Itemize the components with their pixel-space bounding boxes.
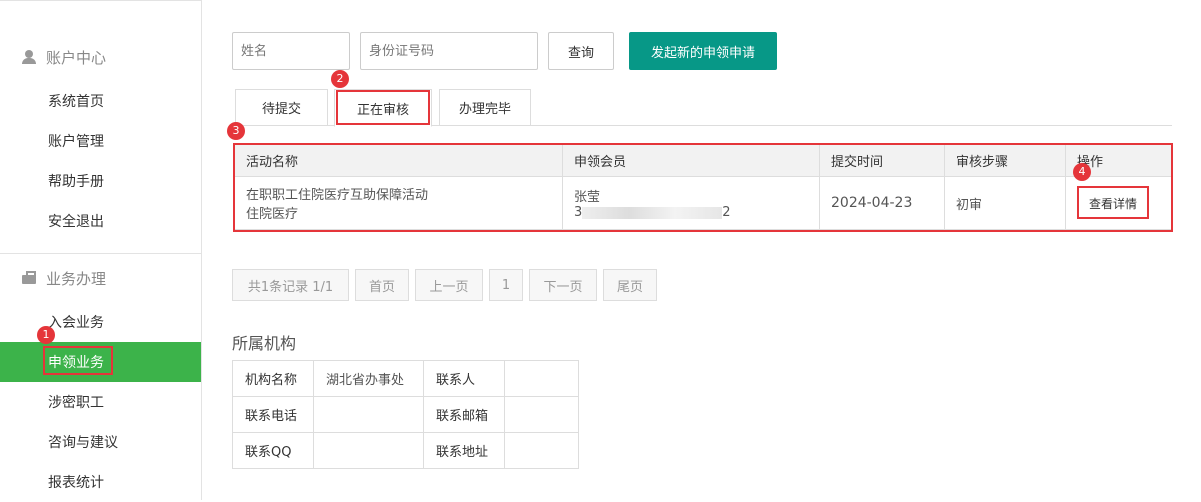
- org-value: [504, 360, 579, 397]
- member-id-prefix: 3: [574, 205, 583, 220]
- org-row: 联系QQ 联系地址: [232, 432, 579, 469]
- sidebar-item-classified-staff[interactable]: 涉密职工: [0, 382, 201, 422]
- tab-completed[interactable]: 办理完毕: [439, 89, 531, 126]
- section-account-center: 账户中心: [0, 37, 202, 77]
- header-step: 审核步骤: [944, 144, 1066, 177]
- member-id-suffix: 2: [722, 205, 731, 220]
- org-label: 联系地址: [423, 432, 505, 469]
- header-activity: 活动名称: [234, 144, 563, 177]
- org-label: 联系电话: [232, 396, 314, 433]
- org-row: 联系电话 联系邮箱: [232, 396, 579, 433]
- cell-step: 初审: [944, 176, 1066, 230]
- activity-name: 在职职工住院医疗互助保障活动: [246, 188, 429, 203]
- section-label: 账户中心: [46, 48, 107, 67]
- new-apply-button[interactable]: 发起新的申领申请: [629, 32, 777, 70]
- pagination-first[interactable]: 首页: [355, 269, 409, 301]
- sidebar-item-home[interactable]: 系统首页: [0, 81, 201, 121]
- sidebar-item-membership[interactable]: 入会业务: [0, 302, 201, 342]
- cell-member: 张莹 32: [562, 176, 820, 230]
- org-value: [504, 396, 579, 433]
- cell-submit-time: 2024-04-23: [819, 176, 945, 230]
- activity-type: 住院医疗: [246, 207, 299, 222]
- briefcase-icon: [22, 271, 36, 285]
- section-business: 业务办理: [0, 258, 202, 298]
- idcard-input[interactable]: [360, 32, 538, 70]
- sidebar-item-logout[interactable]: 安全退出: [0, 201, 201, 241]
- table-header-row: 活动名称 申领会员 提交时间 审核步骤 操作: [234, 144, 1172, 177]
- annotation-badge-2: 2: [331, 70, 349, 88]
- sidebar-item-consult[interactable]: 咨询与建议: [0, 422, 201, 462]
- org-label: 联系QQ: [232, 432, 314, 469]
- cell-activity: 在职职工住院医疗互助保障活动 住院医疗: [234, 176, 563, 230]
- org-label: 机构名称: [232, 360, 314, 397]
- annotation-badge-4: 4: [1073, 163, 1091, 181]
- query-button[interactable]: 查询: [548, 32, 614, 70]
- redaction-blur: [582, 206, 723, 219]
- org-table: 机构名称 湖北省办事处 联系人 联系电话 联系邮箱 联系QQ 联系地址: [232, 360, 579, 469]
- view-details-button[interactable]: 查看详情: [1089, 197, 1137, 211]
- org-title: 所属机构: [232, 334, 297, 353]
- table-row: 在职职工住院医疗互助保障活动 住院医疗 张莹 32 2024-04-23 初审 …: [234, 176, 1172, 230]
- org-label: 联系邮箱: [423, 396, 505, 433]
- sidebar-item-help[interactable]: 帮助手册: [0, 161, 201, 201]
- section-divider: [0, 253, 202, 254]
- sidebar: 账户中心 系统首页 账户管理 帮助手册 安全退出 业务办理 入会业务 申领业务 …: [0, 0, 202, 500]
- pagination-last[interactable]: 尾页: [603, 269, 657, 301]
- cell-action: 查看详情: [1065, 176, 1172, 230]
- pagination-prev[interactable]: 上一页: [415, 269, 483, 301]
- tab-under-review[interactable]: 正在审核: [334, 89, 432, 127]
- org-value: 湖北省办事处: [313, 360, 424, 397]
- member-name: 张莹: [574, 190, 601, 205]
- tab-pending-submit[interactable]: 待提交: [235, 89, 328, 126]
- sidebar-top-border: [0, 0, 202, 1]
- sidebar-item-reports[interactable]: 报表统计: [0, 462, 201, 502]
- org-value: [504, 432, 579, 469]
- org-row: 机构名称 湖北省办事处 联系人: [232, 360, 579, 397]
- claim-table: 活动名称 申领会员 提交时间 审核步骤 操作 在职职工住院医疗互助保障活动 住院…: [234, 144, 1172, 230]
- sidebar-item-account-manage[interactable]: 账户管理: [0, 121, 201, 161]
- org-value: [313, 396, 424, 433]
- user-icon: [22, 50, 36, 64]
- pagination-next[interactable]: 下一页: [529, 269, 597, 301]
- pagination-page[interactable]: 1: [489, 269, 523, 301]
- header-submit-time: 提交时间: [819, 144, 945, 177]
- org-value: [313, 432, 424, 469]
- sidebar-item-claim[interactable]: 申领业务: [0, 342, 201, 382]
- header-member: 申领会员: [562, 144, 820, 177]
- name-input[interactable]: [232, 32, 350, 70]
- pagination-summary: 共1条记录 1/1: [232, 269, 349, 301]
- member-id-redacted: 32: [574, 205, 819, 220]
- section-label: 业务办理: [46, 269, 107, 288]
- org-label: 联系人: [423, 360, 505, 397]
- annotation-badge-3: 3: [227, 122, 245, 140]
- annotation-badge-1: 1: [37, 326, 55, 344]
